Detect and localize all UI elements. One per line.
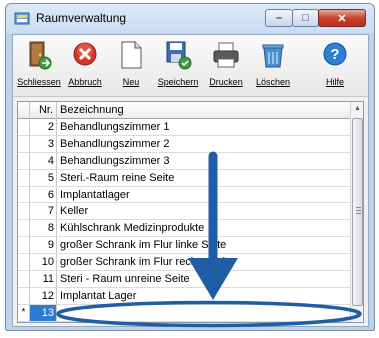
table-row[interactable]: 6 Implantatlager <box>18 186 351 204</box>
table-row[interactable]: 7 Keller <box>18 203 351 221</box>
cell-bezeichnung[interactable]: Kühlschrank Medizinprodukte <box>57 220 351 236</box>
cancel-button[interactable]: Abbruch <box>63 39 107 95</box>
row-selector[interactable] <box>18 119 30 135</box>
cell-nr[interactable]: 6 <box>30 186 57 203</box>
row-selector[interactable] <box>18 169 30 186</box>
table-row[interactable]: 11 Steri - Raum unreine Seite <box>18 271 351 288</box>
window-title: Raumverwaltung <box>36 11 127 25</box>
cell-nr[interactable]: 3 <box>30 135 57 152</box>
cell-nr[interactable]: 7 <box>30 203 57 220</box>
close-button[interactable]: ✕ <box>318 9 366 27</box>
minimize-icon: – <box>275 12 283 24</box>
row-selector[interactable] <box>18 152 30 169</box>
new-button[interactable]: Neu <box>109 39 153 95</box>
row-selector[interactable] <box>18 237 30 254</box>
minimize-button[interactable]: – <box>265 9 293 27</box>
toolbar-label: Drucken <box>209 77 243 87</box>
toolbar-label: Löschen <box>255 77 291 87</box>
table-row[interactable]: 10 großer Schrank im Flur rechte Seite <box>18 254 351 272</box>
cell-bezeichnung[interactable]: Behandlungszimmer 1 <box>57 119 351 135</box>
close-form-button[interactable]: Schliessen <box>17 39 61 95</box>
row-selector[interactable] <box>18 135 30 152</box>
table-row[interactable]: 8 Kühlschrank Medizinprodukte <box>18 220 351 238</box>
print-button[interactable]: Drucken <box>204 39 248 95</box>
help-button[interactable]: ? Hilfe <box>313 39 357 95</box>
cell-bezeichnung[interactable]: Keller <box>57 203 351 219</box>
toolbar-label: Neu <box>122 77 140 87</box>
toolbar-label: Speichern <box>157 77 199 87</box>
rooms-table: Nr. Bezeichnung 2 Behandlungszimmer 1 3 … <box>17 101 364 323</box>
cell-bezeichnung[interactable]: Behandlungszimmer 3 <box>57 153 351 169</box>
form-body: Schliessen Abbruch Neu Speichern Drucken… <box>12 34 369 327</box>
grip-icon <box>356 207 361 214</box>
row-selector[interactable] <box>18 254 30 271</box>
cancel-icon <box>73 42 97 66</box>
table-row[interactable]: 2 Behandlungszimmer 1 <box>18 119 351 136</box>
cell-bezeichnung[interactable]: großer Schrank im Flur linke Seite <box>57 237 351 253</box>
vertical-scrollbar[interactable]: ▲ ▼ <box>350 102 363 322</box>
table-header: Nr. Bezeichnung <box>18 102 351 119</box>
application-window: Raumverwaltung – □ ✕ Schliessen Abbruch … <box>5 3 375 331</box>
new-document-icon <box>121 41 142 69</box>
column-header-nr[interactable]: Nr. <box>30 102 57 119</box>
help-icon: ? <box>323 42 347 66</box>
save-button[interactable]: Speichern <box>156 39 200 95</box>
printer-icon <box>213 42 239 68</box>
delete-button[interactable]: Löschen <box>251 39 295 95</box>
cell-bezeichnung-input[interactable] <box>57 305 351 321</box>
scroll-thumb[interactable] <box>352 118 363 306</box>
table-row[interactable]: 3 Behandlungszimmer 2 <box>18 135 351 153</box>
table-row[interactable]: 5 Steri.-Raum reine Seite <box>18 169 351 187</box>
toolbar: Schliessen Abbruch Neu Speichern Drucken… <box>13 35 368 97</box>
cell-nr[interactable]: 12 <box>30 287 57 304</box>
cell-nr[interactable]: 13 <box>30 304 57 321</box>
cell-bezeichnung[interactable]: Steri - Raum unreine Seite <box>57 271 351 287</box>
svg-text:?: ? <box>330 46 339 63</box>
scroll-down-arrow-icon[interactable]: ▼ <box>351 308 363 322</box>
cell-bezeichnung[interactable]: Steri.-Raum reine Seite <box>57 170 351 186</box>
table-row[interactable]: 9 großer Schrank im Flur linke Seite <box>18 237 351 255</box>
door-exit-icon <box>29 41 52 70</box>
table-body: 2 Behandlungszimmer 1 3 Behandlungszimme… <box>18 119 351 322</box>
cell-nr[interactable]: 2 <box>30 119 57 135</box>
maximize-icon: □ <box>302 12 309 24</box>
toolbar-label: Schliessen <box>17 77 61 87</box>
new-record-row[interactable]: * 13 <box>18 304 351 322</box>
toolbar-label: Hilfe <box>325 77 344 87</box>
maximize-button[interactable]: □ <box>292 9 319 27</box>
table-row[interactable]: 12 Implantat Lager <box>18 287 351 305</box>
cell-nr[interactable]: 5 <box>30 169 57 186</box>
cell-bezeichnung[interactable]: Implantat Lager <box>57 288 351 304</box>
title-bar[interactable]: Raumverwaltung – □ ✕ <box>6 4 374 32</box>
cell-nr[interactable]: 4 <box>30 152 57 169</box>
cell-nr[interactable]: 9 <box>30 237 57 254</box>
close-icon: ✕ <box>337 12 347 25</box>
row-selector[interactable] <box>18 287 30 304</box>
scroll-up-arrow-icon[interactable]: ▲ <box>351 102 363 116</box>
cell-bezeichnung[interactable]: großer Schrank im Flur rechte Seite <box>57 254 351 270</box>
row-selector-header <box>18 102 30 119</box>
new-record-marker[interactable]: * <box>18 304 30 321</box>
cell-bezeichnung[interactable]: Implantatlager <box>57 187 351 203</box>
row-selector[interactable] <box>18 220 30 237</box>
row-selector[interactable] <box>18 271 30 287</box>
cell-nr[interactable]: 10 <box>30 254 57 271</box>
table-row[interactable]: 4 Behandlungszimmer 3 <box>18 152 351 170</box>
app-icon <box>14 12 30 25</box>
cell-bezeichnung[interactable]: Behandlungszimmer 2 <box>57 136 351 152</box>
toolbar-label: Abbruch <box>68 77 102 87</box>
cell-nr[interactable]: 11 <box>30 271 57 287</box>
row-selector[interactable] <box>18 203 30 220</box>
column-header-bezeichnung[interactable]: Bezeichnung <box>57 102 351 119</box>
cell-nr[interactable]: 8 <box>30 220 57 237</box>
save-icon <box>166 41 192 70</box>
row-selector[interactable] <box>18 186 30 203</box>
delete-trash-icon <box>262 44 284 68</box>
